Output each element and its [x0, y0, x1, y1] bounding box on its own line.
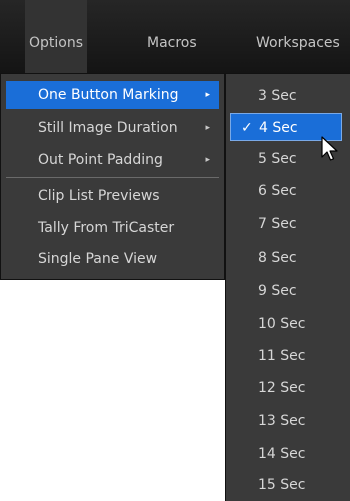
submenu-arrow-icon: ▸	[205, 123, 210, 133]
options-menu: One Button Marking ▸ Still Image Duratio…	[0, 73, 225, 280]
submenu-item-9-sec[interactable]: 9 Sec	[230, 277, 342, 305]
menu-item-label: Still Image Duration	[38, 120, 178, 136]
menu-separator	[6, 177, 219, 178]
menu-item-single-pane-view[interactable]: Single Pane View	[6, 245, 219, 273]
menu-item-label: Clip List Previews	[38, 188, 160, 204]
menu-macros[interactable]: Macros	[143, 0, 201, 73]
mouse-pointer-icon	[321, 136, 338, 161]
submenu-arrow-icon: ▸	[205, 155, 210, 165]
menu-item-label: One Button Marking	[38, 87, 179, 103]
submenu-item-3-sec[interactable]: 3 Sec	[230, 82, 342, 110]
submenu-item-14-sec[interactable]: 14 Sec	[230, 440, 342, 468]
menu-item-clip-list-previews[interactable]: Clip List Previews	[6, 182, 219, 210]
submenu-arrow-icon: ▸	[205, 90, 210, 100]
submenu-item-8-sec[interactable]: 8 Sec	[230, 244, 342, 272]
submenu-item-13-sec[interactable]: 13 Sec	[230, 407, 342, 435]
menu-item-tally-from-tricaster[interactable]: Tally From TriCaster	[6, 214, 219, 242]
menu-options[interactable]: Options	[25, 0, 88, 73]
submenu-item-15-sec[interactable]: 15 Sec	[230, 471, 342, 499]
menu-item-still-image-duration[interactable]: Still Image Duration ▸	[6, 114, 219, 142]
menu-bar: Options Macros Workspaces	[0, 0, 350, 73]
submenu-item-6-sec[interactable]: 6 Sec	[230, 177, 342, 205]
menu-item-label: Tally From TriCaster	[38, 220, 175, 236]
menu-item-one-button-marking[interactable]: One Button Marking ▸	[6, 81, 219, 109]
submenu-item-label: 4 Sec	[259, 120, 298, 136]
submenu-item-10-sec[interactable]: 10 Sec	[230, 310, 342, 338]
submenu-item-7-sec[interactable]: 7 Sec	[230, 210, 342, 238]
submenu-item-12-sec[interactable]: 12 Sec	[230, 374, 342, 402]
submenu-item-11-sec[interactable]: 11 Sec	[230, 342, 342, 370]
menu-item-out-point-padding[interactable]: Out Point Padding ▸	[6, 146, 219, 174]
menu-item-label: Single Pane View	[38, 251, 158, 267]
check-icon: ✓	[241, 120, 253, 136]
menu-item-label: Out Point Padding	[38, 152, 163, 168]
menu-workspaces[interactable]: Workspaces	[252, 0, 344, 73]
